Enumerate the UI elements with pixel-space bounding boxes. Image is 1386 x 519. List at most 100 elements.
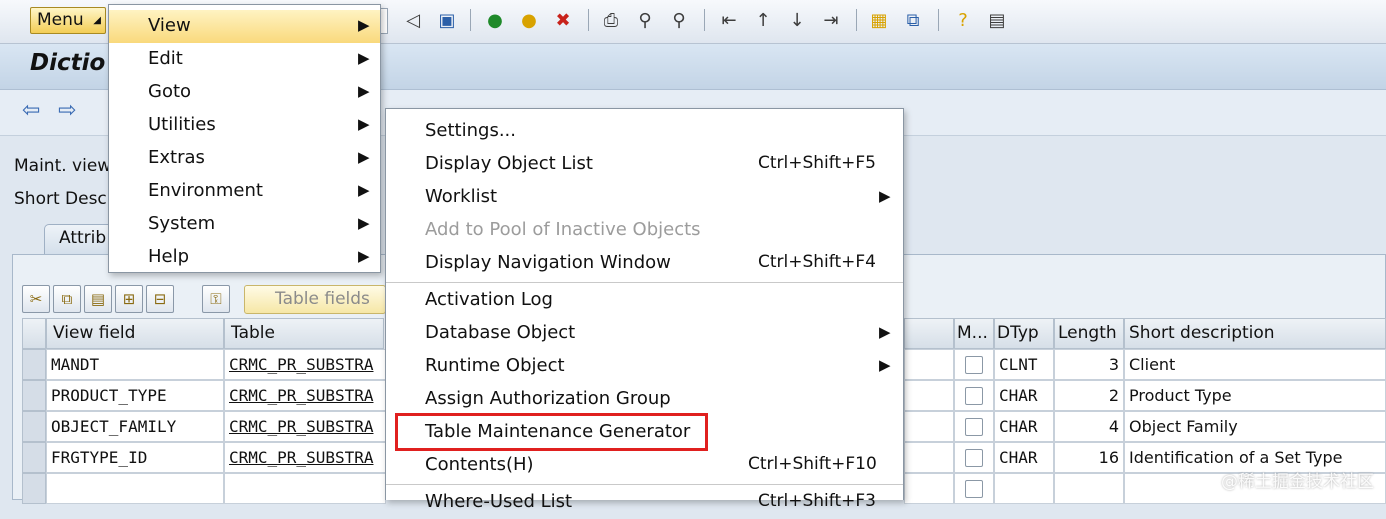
col-header-dtyp[interactable]: DTyp (994, 318, 1054, 349)
mod-checkbox[interactable] (965, 449, 983, 467)
cell-length[interactable]: 4 (1054, 411, 1124, 442)
last-page-icon[interactable]: ⇥ (818, 7, 844, 33)
menu-item-extras[interactable]: Extras ▶ (109, 142, 380, 175)
row-selector[interactable] (22, 411, 46, 442)
col-header-length[interactable]: Length (1054, 318, 1124, 349)
col-header-view-field[interactable]: View field (46, 318, 224, 349)
submenu-arrow-icon: ▶ (879, 356, 891, 374)
menu-item-display-object-list[interactable]: Display Object List Ctrl+Shift+F5 (386, 148, 903, 181)
menu-item-label: Add to Pool of Inactive Objects (425, 219, 701, 240)
menu-item-label: View (148, 15, 191, 36)
insert-row-icon[interactable]: ⊞ (115, 285, 143, 313)
cell-hidden (904, 349, 954, 380)
create-session-icon[interactable]: ▦ (866, 7, 892, 33)
cell-dtyp[interactable]: CHAR (994, 442, 1054, 473)
menu-item-system[interactable]: System ▶ (109, 208, 380, 241)
row-selector[interactable] (22, 380, 46, 411)
cell-short-description[interactable]: Object Family (1124, 411, 1386, 442)
cell-view-field[interactable]: PRODUCT_TYPE (46, 380, 224, 411)
cell-length[interactable]: 3 (1054, 349, 1124, 380)
customize-layout-icon[interactable]: ▤ (984, 7, 1010, 33)
menu-button[interactable]: Menu ◢ (30, 7, 106, 34)
cell-mod (954, 380, 994, 411)
menu-item-contents[interactable]: Contents(H) Ctrl+Shift+F10 (386, 449, 903, 482)
cell-table[interactable] (224, 473, 386, 504)
col-header-table[interactable]: Table (224, 318, 384, 349)
menu-item-help[interactable]: Help ▶ (109, 241, 380, 274)
menu-item-activation-log[interactable]: Activation Log (386, 284, 903, 317)
row-selector[interactable] (22, 442, 46, 473)
next-page-icon[interactable]: ↓ (784, 7, 810, 33)
cell-length[interactable] (1054, 473, 1124, 504)
cut-icon[interactable]: ✂ (22, 285, 50, 313)
cell-short-description[interactable]: Client (1124, 349, 1386, 380)
green-back-icon[interactable]: ● (482, 7, 508, 33)
menu-item-label: Activation Log (425, 289, 553, 310)
mod-checkbox[interactable] (965, 387, 983, 405)
mod-checkbox[interactable] (965, 356, 983, 374)
print-icon[interactable]: ⎙ (598, 7, 624, 33)
menu-item-runtime-object[interactable]: Runtime Object ▶ (386, 350, 903, 383)
find-icon[interactable]: ⚲ (632, 7, 658, 33)
menu-item-utilities[interactable]: Utilities ▶ (109, 109, 380, 142)
row-selector[interactable] (22, 349, 46, 380)
row-selector[interactable] (22, 473, 46, 504)
cell-dtyp[interactable]: CHAR (994, 411, 1054, 442)
menu-item-settings[interactable]: Settings... (386, 115, 903, 148)
cell-table[interactable]: CRMC_PR_SUBSTRA (224, 411, 386, 442)
menu-item-edit[interactable]: Edit ▶ (109, 43, 380, 76)
back-icon[interactable]: ◁ (400, 7, 426, 33)
menu-item-label: Runtime Object (425, 355, 565, 376)
col-header-mod[interactable]: M... (954, 318, 994, 349)
toolbar-separator (938, 9, 939, 31)
menu-item-assign-authorization-group[interactable]: Assign Authorization Group (386, 383, 903, 416)
arrow-left-icon[interactable]: ⇦ (22, 98, 40, 123)
menu-item-goto[interactable]: Goto ▶ (109, 76, 380, 109)
cell-view-field[interactable]: OBJECT_FAMILY (46, 411, 224, 442)
table-fields-label: Table fields (275, 289, 370, 309)
exit-icon[interactable]: ● (516, 7, 542, 33)
menu-item-label: Worklist (425, 186, 498, 207)
menu-item-display-navigation-window[interactable]: Display Navigation Window Ctrl+Shift+F4 (386, 247, 903, 280)
cancel-icon[interactable]: ✖ (550, 7, 576, 33)
shortcut-icon[interactable]: ⧉ (900, 7, 926, 33)
main-menu: View ▶ Edit ▶ Goto ▶ Utilities ▶ Extras … (108, 4, 381, 273)
copy-icon[interactable]: ⧉ (53, 285, 81, 313)
cell-table[interactable]: CRMC_PR_SUBSTRA (224, 349, 386, 380)
menu-item-label: Goto (148, 81, 192, 102)
menu-item-label: Settings... (425, 120, 516, 141)
delete-row-icon[interactable]: ⊟ (146, 285, 174, 313)
cell-table[interactable]: CRMC_PR_SUBSTRA (224, 442, 386, 473)
menu-item-where-used-list[interactable]: Where-Used List Ctrl+Shift+F3 (386, 486, 903, 519)
cell-dtyp[interactable] (994, 473, 1054, 504)
cell-view-field[interactable] (46, 473, 224, 504)
key-icon[interactable]: ⚿ (202, 285, 230, 313)
arrow-right-icon[interactable]: ⇨ (58, 98, 76, 123)
cell-length[interactable]: 16 (1054, 442, 1124, 473)
cell-dtyp[interactable]: CLNT (994, 349, 1054, 380)
cell-view-field[interactable]: FRGTYPE_ID (46, 442, 224, 473)
cell-dtyp[interactable]: CHAR (994, 380, 1054, 411)
mod-checkbox[interactable] (965, 418, 983, 436)
tab-attributes[interactable]: Attrib (44, 224, 114, 254)
menu-item-worklist[interactable]: Worklist ▶ (386, 181, 903, 214)
help-icon[interactable]: ? (950, 7, 976, 33)
find-next-icon[interactable]: ⚲ (666, 7, 692, 33)
mod-checkbox[interactable] (965, 480, 983, 498)
col-header-short-description[interactable]: Short description (1124, 318, 1386, 349)
cell-view-field[interactable]: MANDT (46, 349, 224, 380)
cell-length[interactable]: 2 (1054, 380, 1124, 411)
menu-item-label: Utilities (148, 114, 216, 135)
cell-short-description[interactable]: Product Type (1124, 380, 1386, 411)
cell-table[interactable]: CRMC_PR_SUBSTRA (224, 380, 386, 411)
menu-item-label: Display Navigation Window (425, 252, 671, 273)
first-page-icon[interactable]: ⇤ (716, 7, 742, 33)
save-icon[interactable]: ▣ (434, 7, 460, 33)
row-selector-header[interactable] (22, 318, 46, 349)
paste-icon[interactable]: ▤ (84, 285, 112, 313)
menu-item-view[interactable]: View ▶ (109, 10, 380, 43)
previous-page-icon[interactable]: ↑ (750, 7, 776, 33)
menu-item-environment[interactable]: Environment ▶ (109, 175, 380, 208)
menu-item-database-object[interactable]: Database Object ▶ (386, 317, 903, 350)
table-fields-button[interactable]: Table fields (244, 285, 386, 314)
